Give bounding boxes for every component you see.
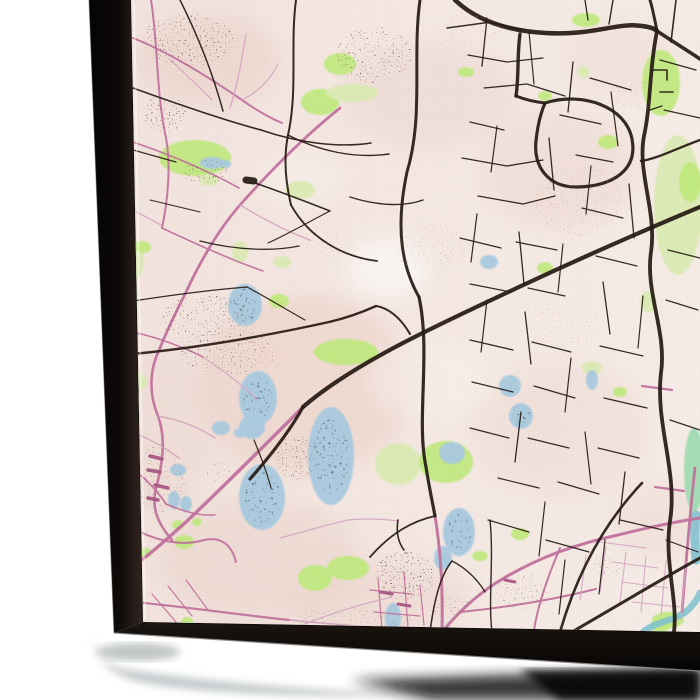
product-photo-scene (0, 0, 700, 700)
canvas-print-mockup (0, 0, 700, 700)
canvas-print (89, 0, 700, 671)
map-grain-texture (131, 0, 700, 632)
shadow-corner-core (96, 643, 180, 661)
map-artwork (131, 0, 700, 632)
